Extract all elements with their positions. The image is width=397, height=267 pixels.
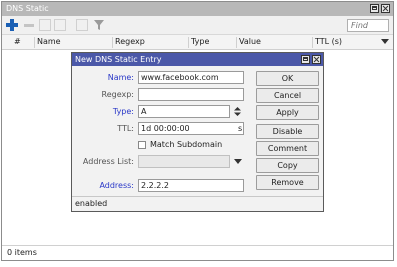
disable-icon[interactable] [54,19,66,31]
copy-button[interactable]: Copy [256,158,319,173]
column-header-regexp[interactable]: Regexp [112,37,189,48]
table-header: # Name Regexp Type Value TTL (s) [2,35,393,50]
name-input[interactable]: www.facebook.com [138,71,244,84]
comment-icon[interactable] [76,19,88,31]
cancel-button[interactable]: Cancel [256,88,319,103]
column-header-ttl[interactable]: TTL (s) [312,37,375,48]
column-header-name[interactable]: Name [34,37,113,48]
apply-button[interactable]: Apply [256,105,319,120]
column-header-number[interactable]: # [4,37,34,48]
window-titlebar[interactable]: DNS Static [2,2,393,16]
type-spinner-icon[interactable] [234,107,241,116]
dialog-titlebar[interactable]: New DNS Static Entry [72,53,323,66]
dialog-title: New DNS Static Entry [75,55,162,64]
maximize-icon[interactable] [370,4,379,13]
column-header-value[interactable]: Value [236,37,313,48]
address-list-select[interactable] [138,155,230,168]
disable-button[interactable]: Disable [256,124,319,139]
remove-icon[interactable] [23,19,35,31]
name-label: Name: [107,73,134,82]
status-bar: 0 items [2,245,393,260]
toolbar [2,16,393,35]
dialog-maximize-icon[interactable] [301,55,310,64]
ttl-unit: s [238,124,243,133]
ttl-label: TTL: [117,124,134,133]
type-label: Type: [112,107,134,116]
enable-icon[interactable] [39,19,51,31]
dialog-close-icon[interactable] [312,55,321,64]
add-icon[interactable] [6,19,18,31]
close-icon[interactable] [381,4,390,13]
regexp-input[interactable] [138,88,244,101]
regexp-label: Regexp: [101,90,135,99]
filter-icon[interactable] [93,19,105,31]
match-subdomain-checkbox[interactable] [138,141,146,149]
column-menu-icon[interactable] [381,39,389,44]
dialog-status-bar: enabled [72,196,323,211]
window-title: DNS Static [6,4,49,13]
ttl-input[interactable]: 1d 00:00:00 [138,122,244,135]
search-input[interactable] [347,19,389,32]
address-list-dropdown-icon[interactable] [234,159,242,164]
comment-button[interactable]: Comment [256,141,319,156]
new-dns-static-entry-dialog: New DNS Static Entry Name: www.facebook.… [71,52,324,212]
dialog-status-text: enabled [75,199,108,208]
column-header-type[interactable]: Type [188,37,237,48]
remove-button[interactable]: Remove [256,175,319,190]
type-select[interactable]: A [138,105,230,118]
address-label: Address: [99,181,134,190]
address-list-label: Address List: [82,157,134,166]
address-input[interactable]: 2.2.2.2 [138,179,244,192]
ok-button[interactable]: OK [256,71,319,86]
match-subdomain-label: Match Subdomain [150,140,223,149]
item-count: 0 items [7,248,37,257]
